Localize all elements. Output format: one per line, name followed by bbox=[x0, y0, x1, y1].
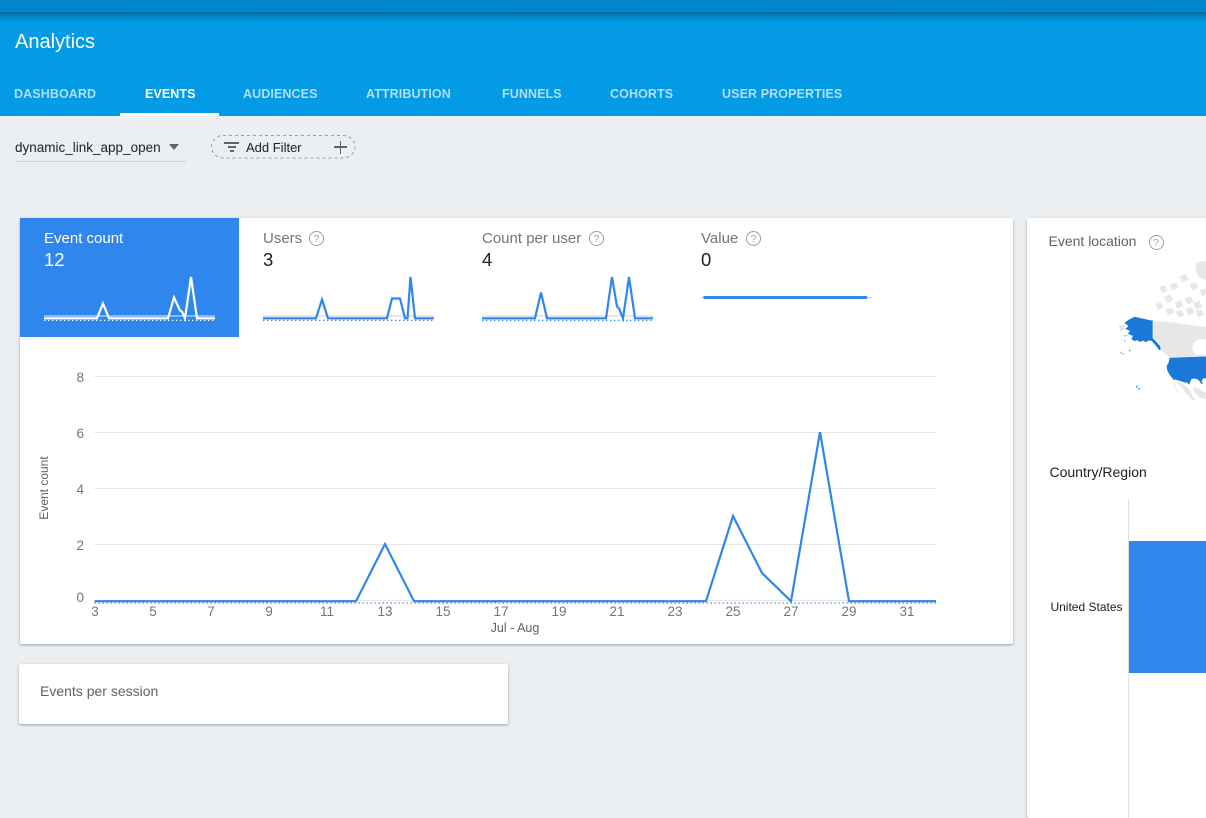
svg-text:25: 25 bbox=[725, 604, 740, 619]
svg-text:8: 8 bbox=[76, 370, 84, 385]
svg-text:5: 5 bbox=[149, 604, 157, 619]
svg-text:Jul - Aug: Jul - Aug bbox=[491, 621, 540, 635]
svg-text:17: 17 bbox=[493, 604, 508, 619]
svg-text:23: 23 bbox=[667, 604, 682, 619]
svg-text:2: 2 bbox=[76, 538, 84, 553]
svg-text:29: 29 bbox=[841, 604, 856, 619]
svg-text:Event count: Event count bbox=[37, 456, 51, 520]
svg-text:6: 6 bbox=[76, 426, 84, 441]
svg-text:11: 11 bbox=[320, 604, 334, 619]
svg-text:9: 9 bbox=[265, 604, 273, 619]
svg-text:27: 27 bbox=[783, 604, 798, 619]
svg-text:31: 31 bbox=[899, 604, 914, 619]
svg-text:21: 21 bbox=[609, 604, 624, 619]
svg-text:3: 3 bbox=[91, 604, 99, 619]
svg-text:4: 4 bbox=[76, 482, 84, 497]
svg-text:13: 13 bbox=[377, 604, 392, 619]
svg-text:19: 19 bbox=[551, 604, 566, 619]
svg-text:0: 0 bbox=[76, 590, 84, 605]
svg-text:7: 7 bbox=[207, 604, 215, 619]
svg-text:15: 15 bbox=[435, 604, 450, 619]
